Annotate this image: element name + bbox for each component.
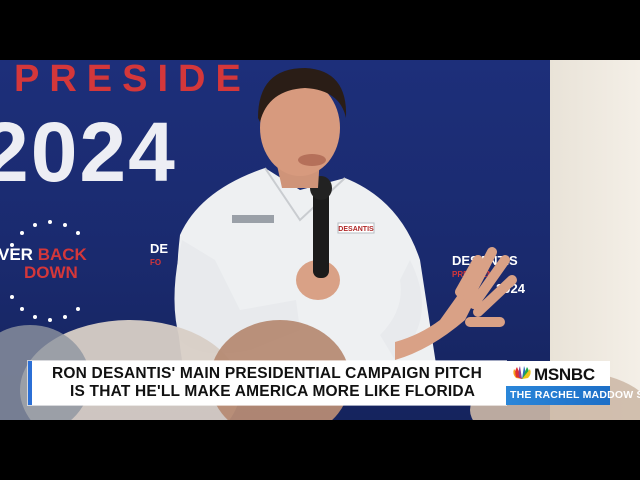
chyron-line-2: IS THAT HE'LL MAKE AMERICA MORE LIKE FLO… — [70, 383, 476, 400]
network-logo-box: MSNBC — [506, 361, 610, 386]
show-name: THE RACHEL MADDOW SHOW — [510, 389, 640, 401]
chyron-headline-box: RON DESANTIS' MAIN PRESIDENTIAL CAMPAIGN… — [28, 361, 506, 405]
peacock-icon — [513, 366, 531, 379]
chyron-line-1: RON DESANTIS' MAIN PRESIDENTIAL CAMPAIGN… — [52, 365, 482, 382]
show-name-bar: THE RACHEL MADDOW SHOW — [506, 386, 640, 405]
chyron-accent-bar — [28, 361, 32, 405]
network-name: MSNBC — [534, 365, 595, 384]
network-branding: MSNBC THE RACHEL MADDOW SHOW — [506, 361, 640, 405]
lower-third-chyron: RON DESANTIS' MAIN PRESIDENTIAL CAMPAIGN… — [28, 361, 640, 405]
